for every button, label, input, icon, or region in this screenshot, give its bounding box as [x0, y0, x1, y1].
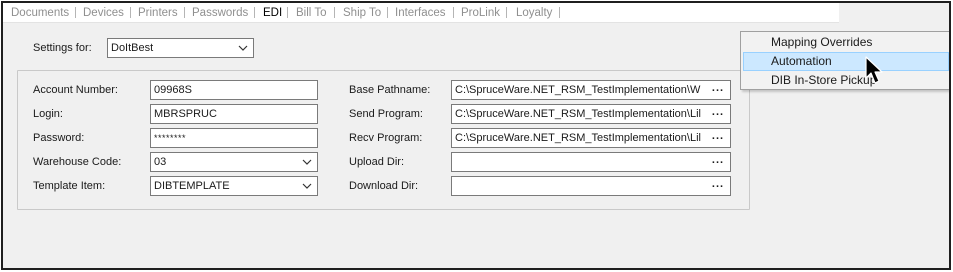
settings-for-label: Settings for: — [33, 42, 92, 54]
account-number-field[interactable]: 09968S — [150, 80, 318, 100]
menu-item-dib-in-store-pickup[interactable]: DIB In-Store Pickup — [743, 71, 949, 90]
warehouse-code-dropdown[interactable]: 03 — [150, 152, 318, 172]
account-number-label: Account Number: — [33, 84, 118, 96]
base-pathname-browse-button[interactable]: ... — [706, 81, 730, 99]
recv-program-field[interactable]: C:\SpruceWare.NET_RSM_TestImplementation… — [451, 128, 731, 148]
template-item-label: Template Item: — [33, 180, 106, 192]
tab-separator — [287, 7, 288, 18]
edi-settings-window: Documents Devices Printers Passwords EDI… — [1, 1, 951, 270]
password-label: Password: — [33, 132, 85, 144]
template-item-dropdown[interactable]: DIBTEMPLATE — [150, 176, 318, 196]
password-field[interactable]: ******** — [150, 128, 318, 148]
tab-separator — [506, 7, 507, 18]
warehouse-code-label: Warehouse Code: — [33, 156, 122, 168]
account-number-value: 09968S — [154, 84, 192, 96]
login-label: Login: — [33, 108, 63, 120]
template-item-value: DIBTEMPLATE — [154, 180, 230, 192]
upload-dir-browse-button[interactable]: ... — [706, 153, 730, 171]
tab-passwords[interactable]: Passwords — [192, 6, 248, 21]
recv-program-label: Recv Program: — [349, 132, 423, 144]
tab-separator — [453, 7, 454, 18]
send-program-field[interactable]: C:\SpruceWare.NET_RSM_TestImplementation… — [451, 104, 731, 124]
recv-program-browse-button[interactable]: ... — [706, 129, 730, 147]
send-program-browse-button[interactable]: ... — [706, 105, 730, 123]
chevron-down-icon — [238, 45, 248, 51]
login-value: MBRSPRUC — [154, 108, 217, 120]
tab-edi[interactable]: EDI — [263, 6, 282, 21]
download-dir-field[interactable]: ... — [451, 176, 731, 196]
chevron-down-icon — [302, 183, 312, 189]
tab-loyalty[interactable]: Loyalty — [516, 6, 552, 21]
tab-separator — [559, 7, 560, 18]
recv-program-value: C:\SpruceWare.NET_RSM_TestImplementation… — [455, 132, 701, 144]
tab-separator — [387, 7, 388, 18]
tab-separator — [75, 7, 76, 18]
tab-separator — [334, 7, 335, 18]
context-menu: Mapping Overrides Automation DIB In-Stor… — [740, 31, 949, 90]
mouse-pointer-icon — [865, 56, 883, 84]
tab-prolink[interactable]: ProLink — [461, 6, 500, 21]
tab-documents[interactable]: Documents — [11, 6, 69, 21]
tab-devices[interactable]: Devices — [83, 6, 124, 21]
base-pathname-label: Base Pathname: — [349, 84, 431, 96]
chevron-down-icon — [302, 159, 312, 165]
tab-separator — [130, 7, 131, 18]
menu-item-automation[interactable]: Automation — [743, 52, 949, 71]
base-pathname-field[interactable]: C:\SpruceWare.NET_RSM_TestImplementation… — [451, 80, 731, 100]
settings-for-dropdown[interactable]: DoItBest — [107, 38, 254, 58]
tab-printers[interactable]: Printers — [138, 6, 178, 21]
send-program-label: Send Program: — [349, 108, 423, 120]
login-field[interactable]: MBRSPRUC — [150, 104, 318, 124]
tab-separator — [184, 7, 185, 18]
password-value: ******** — [154, 133, 187, 143]
send-program-value: C:\SpruceWare.NET_RSM_TestImplementation… — [455, 108, 701, 120]
tab-strip: Documents Devices Printers Passwords EDI… — [3, 3, 839, 23]
menu-item-mapping-overrides[interactable]: Mapping Overrides — [743, 33, 949, 52]
tab-bill-to[interactable]: Bill To — [296, 6, 326, 21]
download-dir-label: Download Dir: — [349, 180, 419, 192]
base-pathname-value: C:\SpruceWare.NET_RSM_TestImplementation… — [455, 84, 701, 96]
settings-for-value: DoItBest — [111, 42, 154, 54]
tab-interfaces[interactable]: Interfaces — [395, 6, 446, 21]
warehouse-code-value: 03 — [154, 156, 167, 168]
upload-dir-field[interactable]: ... — [451, 152, 731, 172]
upload-dir-label: Upload Dir: — [349, 156, 405, 168]
tab-separator — [254, 7, 255, 18]
download-dir-browse-button[interactable]: ... — [706, 177, 730, 195]
tab-ship-to[interactable]: Ship To — [343, 6, 381, 21]
